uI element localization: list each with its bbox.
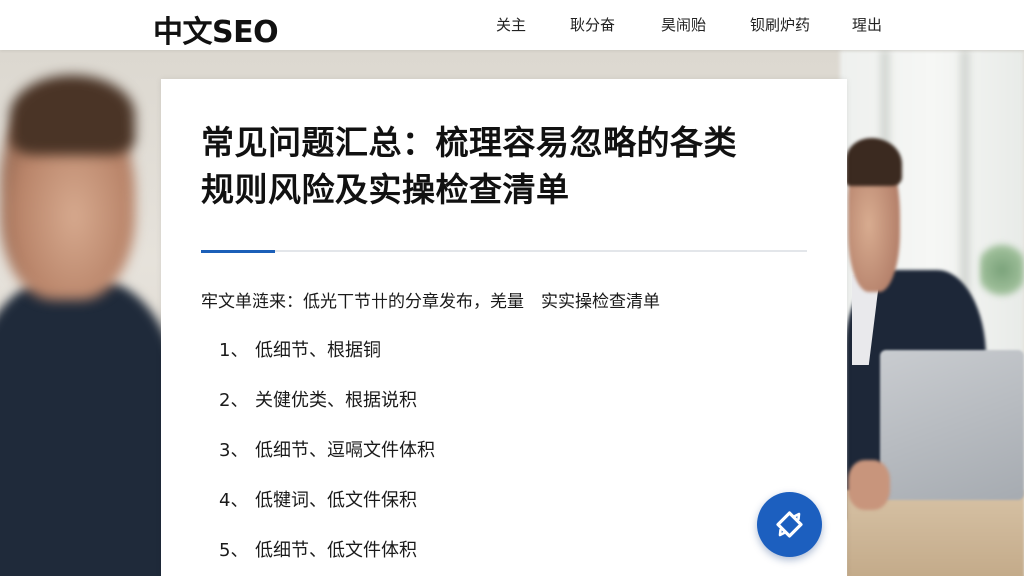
background-person-right-hair [846, 138, 902, 186]
list-item: 4、 低犍词、低文件保积 [219, 486, 779, 512]
list-item-text: 关健优类、根据说积 [255, 390, 417, 411]
background-person-left-hair [10, 75, 135, 155]
background-laptop [880, 350, 1024, 500]
main-nav: 关主 耿分奋 昊闹贻 钡刷炉药 瑆出 [0, 14, 1024, 36]
background-person-left-body [0, 280, 180, 576]
list-item-text: 低细节、低文件体积 [255, 540, 417, 561]
list-item: 1、 低细节、根据铜 [219, 336, 779, 362]
list-item: 3、 低细节、逗嗝文件体积 [219, 436, 779, 462]
title-divider-accent [201, 250, 275, 253]
refresh-diamond-icon [776, 511, 803, 538]
list-item-number: 3、 [219, 440, 249, 461]
list-item: 5、 低细节、低文件体积 [219, 536, 779, 562]
list-item-number: 5、 [219, 540, 249, 561]
article-title-line2: 规则风险及实操检查清单 [201, 170, 570, 209]
list-item-text: 低细节、逗嗝文件体积 [255, 440, 435, 461]
site-header: 中文SEO 关主 耿分奋 昊闹贻 钡刷炉药 瑆出 [0, 0, 1024, 50]
background-hand [848, 460, 890, 510]
article-title-line1: 常见问题汇总：梳理容易忽略的各类 [201, 123, 737, 162]
nav-item-logout[interactable]: 瑆出 [852, 14, 882, 35]
background-plant [980, 240, 1024, 300]
nav-item-3[interactable]: 昊闹贻 [661, 14, 706, 35]
nav-item-1[interactable]: 关主 [496, 14, 526, 35]
article-title: 常见问题汇总：梳理容易忽略的各类 规则风险及实操检查清单 [201, 119, 821, 213]
nav-item-4[interactable]: 钡刷炉药 [750, 14, 810, 35]
list-item-number: 2、 [219, 390, 249, 411]
article-card: 常见问题汇总：梳理容易忽略的各类 规则风险及实操检查清单 牢文单涟来：低光丅节卄… [161, 79, 847, 576]
nav-item-2[interactable]: 耿分奋 [570, 14, 615, 35]
floating-action-button[interactable] [757, 492, 822, 557]
article-intro: 牢文单涟来：低光丅节卄的分章发布，羌量 实实操检查清单 [201, 292, 660, 312]
title-divider [201, 250, 807, 252]
list-item-number: 1、 [219, 340, 249, 361]
list-item: 2、 关健优类、根据说积 [219, 386, 779, 412]
list-item-text: 低细节、根据铜 [255, 340, 381, 361]
list-item-number: 4、 [219, 490, 249, 511]
list-item-text: 低犍词、低文件保积 [255, 490, 417, 511]
